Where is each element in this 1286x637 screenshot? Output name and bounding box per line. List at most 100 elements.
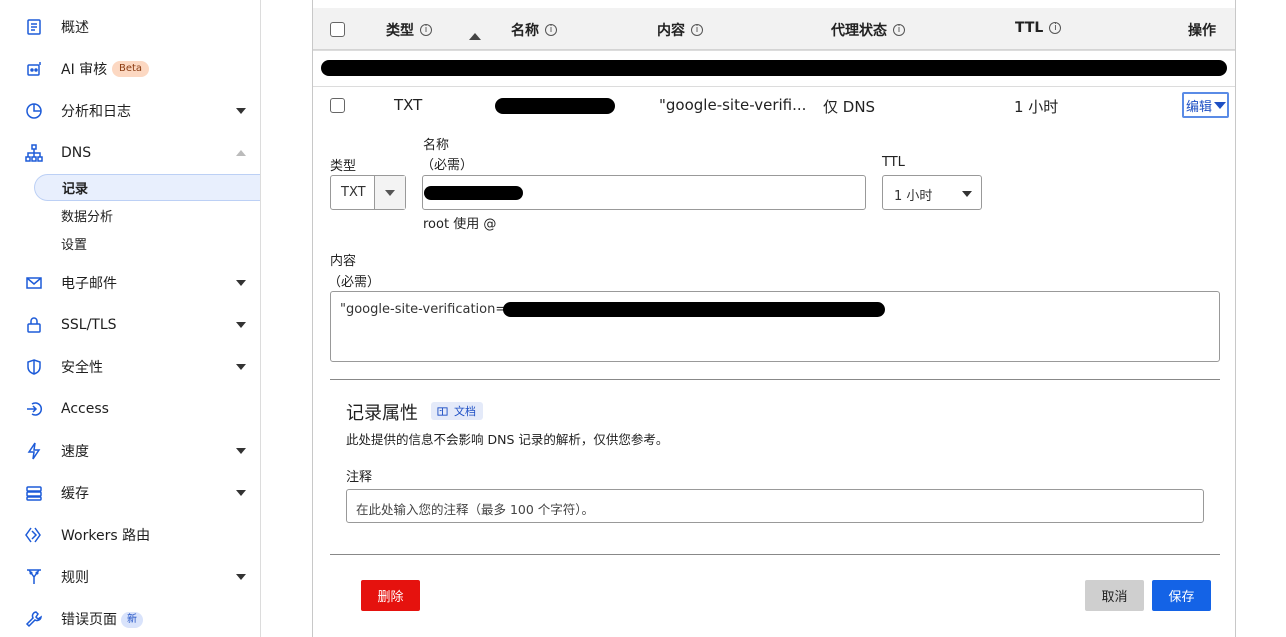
table-header: 类型 i 名称 i 内容 i 代理状态 i TTL i 操作 <box>313 8 1235 50</box>
sidebar-item-rules[interactable]: 规则 <box>0 560 260 594</box>
type-value: TXT <box>341 185 366 200</box>
rules-icon <box>24 567 44 587</box>
delete-button[interactable]: 删除 <box>361 580 420 611</box>
access-icon <box>24 399 44 419</box>
sidebar-item-label: 缓存 <box>61 486 89 502</box>
new-badge: 新 <box>121 612 143 628</box>
chevron-down-icon <box>236 108 246 114</box>
row-divider <box>313 50 1235 51</box>
sidebar-item-workers[interactable]: Workers 路由 <box>0 518 260 552</box>
name-hint: root 使用 @ <box>423 217 497 232</box>
note-label: 注释 <box>346 470 373 485</box>
redacted-row <box>321 60 1227 76</box>
storage-icon <box>24 483 44 503</box>
row-content: "google-site-verifi... <box>659 96 807 114</box>
chart-icon <box>24 101 44 121</box>
sidebar-subitem-settings[interactable]: 设置 <box>34 230 260 257</box>
header-ttl[interactable]: TTL i <box>1015 20 1062 36</box>
sort-ascending-icon[interactable] <box>469 33 481 40</box>
header-ttl-label: TTL <box>1015 20 1044 36</box>
sidebar-item-speed[interactable]: 速度 <box>0 434 260 468</box>
chevron-down-icon <box>1214 101 1227 109</box>
info-icon[interactable]: i <box>1049 22 1062 34</box>
record-attributes-title: 记录属性 <box>346 403 418 424</box>
ttl-value: 1 小时 <box>894 189 933 204</box>
chevron-down-icon <box>236 448 246 454</box>
beta-badge: Beta <box>112 61 150 77</box>
info-icon[interactable]: i <box>691 24 703 36</box>
sidebar-item-ai-review[interactable]: AI 审核 Beta <box>0 52 260 86</box>
header-proxy[interactable]: 代理状态 i <box>831 20 905 40</box>
main-panel: 类型 i 名称 i 内容 i 代理状态 i TTL i 操作 TXT "goog… <box>312 0 1236 637</box>
attributes-description: 此处提供的信息不会影响 DNS 记录的解析，仅供您参考。 <box>346 432 669 447</box>
select-all-checkbox[interactable] <box>330 22 345 37</box>
sidebar-subitem-analytics[interactable]: 数据分析 <box>34 202 260 229</box>
sidebar-item-label: Access <box>61 401 109 417</box>
sidebar-item-label: AI 审核 <box>61 62 108 78</box>
header-type-label: 类型 <box>386 23 414 39</box>
redacted-name-value <box>424 186 523 200</box>
workers-icon <box>24 525 44 545</box>
docs-link[interactable]: 文档 <box>431 402 483 420</box>
row-type: TXT <box>394 96 423 114</box>
chevron-down-icon[interactable] <box>374 176 405 209</box>
row-divider <box>313 86 1235 87</box>
email-icon <box>24 273 44 293</box>
sidebar-item-ssl[interactable]: SSL/TLS <box>0 308 260 342</box>
note-input[interactable]: 在此处输入您的注释（最多 100 个字符）。 <box>346 489 1204 523</box>
save-button[interactable]: 保存 <box>1152 580 1211 611</box>
document-icon <box>24 17 44 37</box>
redacted-name <box>495 98 615 114</box>
sidebar-item-label: DNS <box>61 145 92 161</box>
sidebar-subitem-records[interactable]: 记录 <box>34 174 260 201</box>
row-ttl: 1 小时 <box>1014 98 1059 116</box>
sidebar-item-security[interactable]: 安全性 <box>0 350 260 384</box>
shield-icon <box>24 357 44 377</box>
header-content[interactable]: 内容 i <box>657 20 703 40</box>
name-input[interactable] <box>422 175 866 210</box>
chevron-down-icon <box>236 364 246 370</box>
name-label: 名称 <box>423 138 450 153</box>
sidebar: 概述 AI 审核 Beta 分析和日志 DNS 记录 数据分析 设置 电子邮件 <box>0 0 261 637</box>
header-proxy-label: 代理状态 <box>831 23 887 39</box>
book-icon <box>437 406 448 416</box>
section-divider <box>330 379 1220 380</box>
info-icon[interactable]: i <box>545 24 557 36</box>
type-select[interactable]: TXT <box>330 175 406 210</box>
sidebar-item-label: 速度 <box>61 444 89 460</box>
cancel-button[interactable]: 取消 <box>1085 580 1144 611</box>
row-proxy-status: 仅 DNS <box>823 98 876 116</box>
sidebar-item-analytics[interactable]: 分析和日志 <box>0 94 260 128</box>
sidebar-item-email[interactable]: 电子邮件 <box>0 266 260 300</box>
sidebar-item-dns[interactable]: DNS <box>0 136 260 170</box>
chevron-down-icon <box>236 280 246 286</box>
content-textarea[interactable]: "google-site-verification= <box>330 291 1220 362</box>
sidebar-item-access[interactable]: Access <box>0 392 260 426</box>
type-label: 类型 <box>330 159 357 174</box>
chevron-down-icon <box>236 574 246 580</box>
redacted-content-value <box>503 302 885 317</box>
edit-label: 编辑 <box>1186 99 1213 115</box>
sidebar-item-label: SSL/TLS <box>61 317 117 333</box>
network-icon <box>24 143 44 163</box>
info-icon[interactable]: i <box>420 24 432 36</box>
sidebar-item-label: Workers 路由 <box>61 528 151 544</box>
header-name-label: 名称 <box>511 23 539 39</box>
header-type[interactable]: 类型 i <box>386 20 432 40</box>
info-icon[interactable]: i <box>893 24 905 36</box>
sidebar-item-label: 电子邮件 <box>61 276 117 292</box>
sidebar-item-cache[interactable]: 缓存 <box>0 476 260 510</box>
docs-link-label: 文档 <box>454 405 476 418</box>
chevron-down-icon <box>236 322 246 328</box>
chevron-down-icon <box>236 490 246 496</box>
sidebar-item-error-pages[interactable]: 错误页面 新 <box>0 602 260 636</box>
ttl-select[interactable]: 1 小时 <box>882 175 982 210</box>
row-checkbox[interactable] <box>330 98 345 113</box>
header-actions: 操作 <box>1188 23 1216 39</box>
sidebar-item-label: 错误页面 <box>61 612 117 628</box>
edit-button[interactable]: 编辑 <box>1182 92 1229 118</box>
sidebar-item-overview[interactable]: 概述 <box>0 10 260 44</box>
content-required: （必需） <box>328 275 381 290</box>
header-name[interactable]: 名称 i <box>511 20 557 40</box>
lock-icon <box>24 315 44 335</box>
